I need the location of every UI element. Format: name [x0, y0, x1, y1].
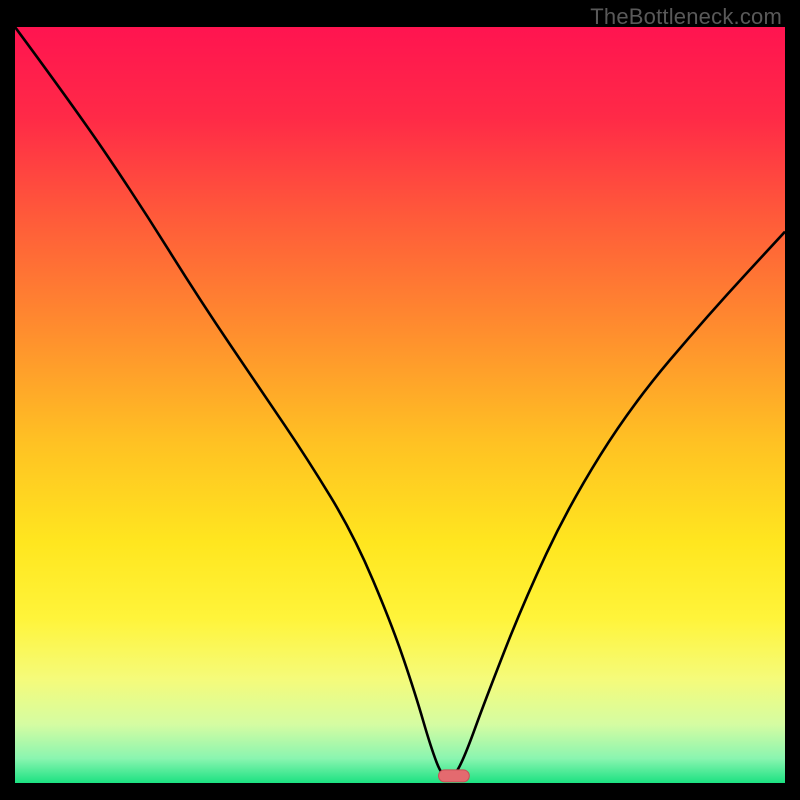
chart-frame — [14, 26, 786, 786]
optimal-marker — [439, 770, 470, 782]
heatmap-background — [15, 27, 785, 785]
bottleneck-chart — [15, 27, 785, 785]
